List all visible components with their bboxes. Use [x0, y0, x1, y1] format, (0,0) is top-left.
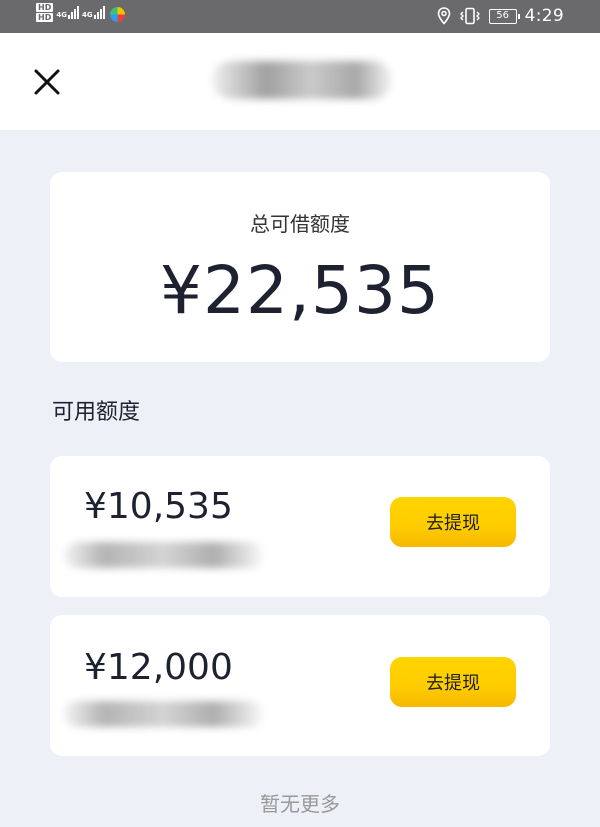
network-label: 4G [56, 11, 67, 19]
status-bar-left: HD HD 4G 4G [36, 3, 125, 22]
total-credit-card: 总可借额度 ¥22,535 [50, 172, 550, 362]
available-credit-title: 可用额度 [52, 400, 141, 425]
status-bar: HD HD 4G 4G 56 4:29 [0, 0, 600, 33]
signal-bars-icon [67, 5, 79, 19]
withdraw-button[interactable]: 去提现 [390, 497, 516, 547]
redacted-credit-line-detail [64, 542, 264, 568]
signal-2: 4G [82, 5, 105, 19]
app-notification-icon [109, 7, 125, 22]
vibrate-icon [459, 7, 480, 25]
battery-level: 56 [496, 9, 509, 21]
redacted-credit-line-detail [64, 701, 264, 727]
location-icon [437, 7, 450, 25]
credit-line-amount: ¥12,000 [84, 647, 233, 688]
status-bar-right: 56 4:29 [437, 6, 564, 26]
no-more-note: 暂无更多 [260, 792, 340, 816]
credit-line-card: ¥12,000 去提现 [50, 615, 550, 756]
redacted-page-title [212, 61, 392, 99]
total-credit-label: 总可借额度 [250, 212, 350, 236]
signal-1: 4G [56, 5, 79, 19]
total-credit-amount: ¥22,535 [160, 252, 440, 329]
credit-line-card: ¥10,535 去提现 [50, 456, 550, 597]
hd-badges: HD HD [36, 3, 54, 22]
hd-badge: HD [36, 13, 54, 22]
credit-line-amount: ¥10,535 [84, 486, 233, 527]
status-time: 4:29 [524, 6, 564, 26]
hd-badge: HD [36, 3, 54, 12]
battery-icon: 56 [488, 8, 520, 24]
withdraw-button[interactable]: 去提现 [390, 657, 516, 707]
top-nav-bar [0, 33, 600, 130]
network-label: 4G [81, 11, 93, 19]
close-icon[interactable] [30, 65, 64, 99]
signal-bars-icon [93, 5, 105, 19]
